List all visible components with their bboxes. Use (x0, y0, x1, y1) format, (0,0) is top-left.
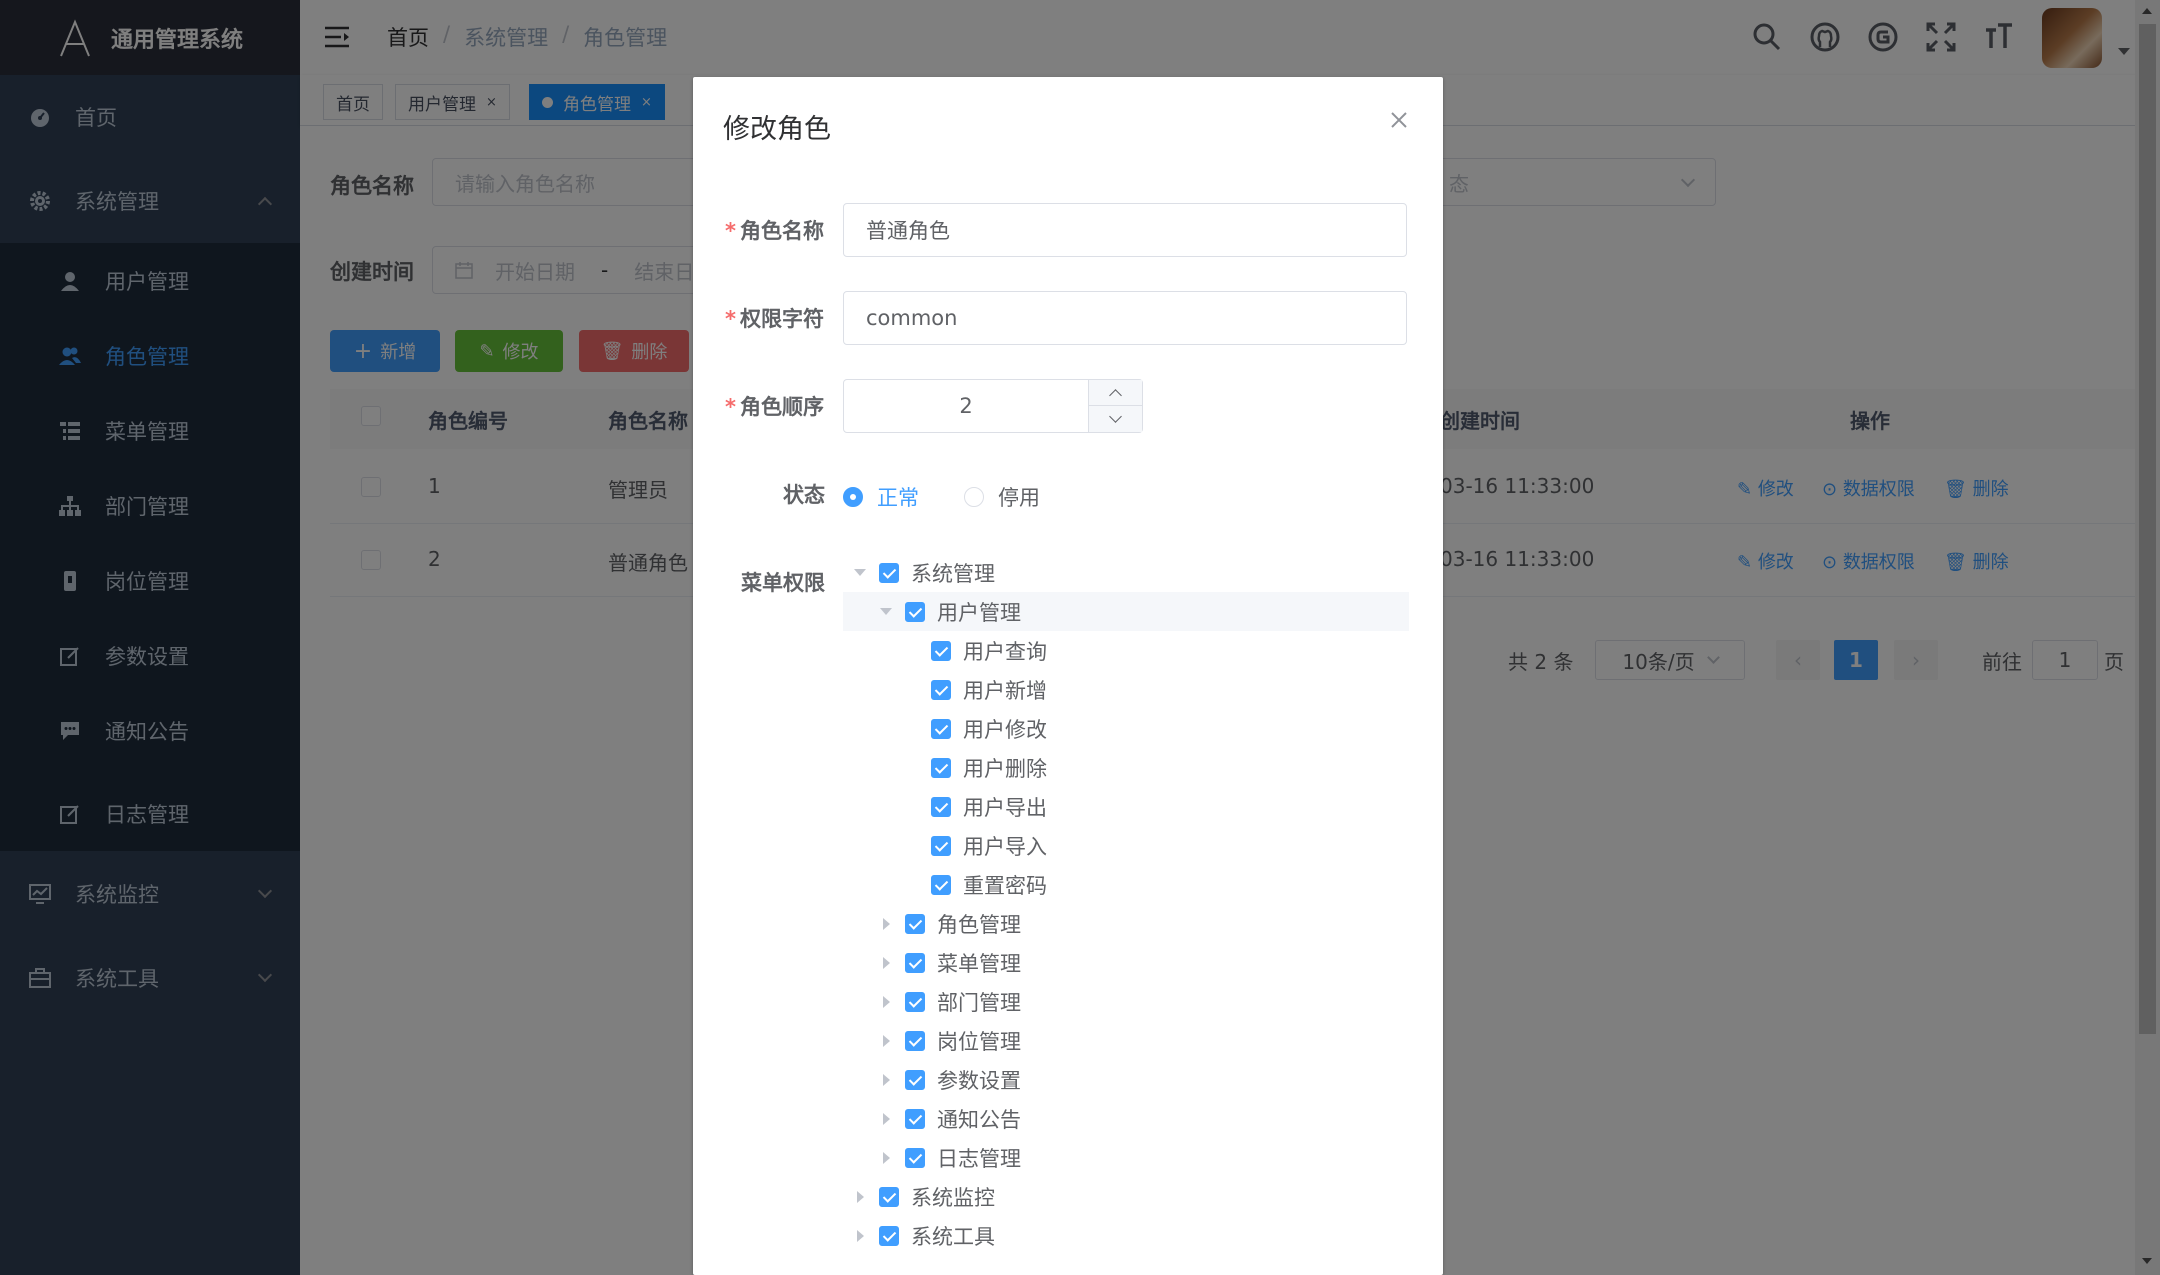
tree-label: 菜单管理 (937, 951, 1021, 976)
tree-node[interactable]: 通知公告 (843, 1099, 1409, 1138)
tree-node[interactable]: 用户查询 (843, 631, 1409, 670)
radio-label: 停用 (998, 486, 1040, 510)
tree-checkbox[interactable] (905, 991, 925, 1012)
role-sort-stepper[interactable]: 2 (843, 379, 1143, 433)
tree-checkbox[interactable] (931, 757, 951, 778)
tree-label: 系统监控 (911, 1185, 995, 1210)
tree-node[interactable]: 用户导出 (843, 787, 1409, 826)
tree-checkbox[interactable] (931, 796, 951, 817)
role-name-label: * 角色名称 (725, 215, 824, 245)
tree-node[interactable]: 角色管理 (843, 904, 1409, 943)
tree-label: 用户管理 (937, 600, 1021, 625)
tree-checkbox[interactable] (931, 835, 951, 856)
tree-label: 重置密码 (963, 873, 1047, 898)
caret-right-icon[interactable] (883, 1151, 890, 1164)
tree-node[interactable]: 用户新增 (843, 670, 1409, 709)
caret-right-icon[interactable] (883, 1112, 890, 1125)
tree-checkbox[interactable] (879, 1225, 899, 1246)
label-text: 角色名称 (739, 219, 824, 243)
tree-label: 用户删除 (963, 756, 1047, 781)
tree-node[interactable]: 参数设置 (843, 1060, 1409, 1099)
edit-role-dialog: 修改角色 * 角色名称 普通角色 * 权限字符 common * 角色顺序 2 状态 … (693, 77, 1443, 1275)
radio-circle (843, 487, 863, 507)
label-text: 角色顺序 (739, 395, 824, 419)
menu-permission-label: 菜单权限 (741, 571, 825, 595)
tree-node[interactable]: 系统监控 (843, 1177, 1409, 1216)
tree-checkbox[interactable] (931, 640, 951, 661)
tree-node[interactable]: 用户修改 (843, 709, 1409, 748)
tree-checkbox[interactable] (905, 601, 925, 622)
caret-right-icon[interactable] (883, 917, 890, 930)
status-disabled-radio[interactable]: 停用 (964, 482, 1040, 512)
radio-circle (964, 487, 984, 507)
tree-label: 用户修改 (963, 717, 1047, 742)
caret-down-icon[interactable] (854, 569, 866, 576)
status-label: 状态 (783, 483, 825, 507)
tree-checkbox[interactable] (905, 1030, 925, 1051)
tree-node[interactable]: 岗位管理 (843, 1021, 1409, 1060)
radio-label: 正常 (877, 486, 919, 510)
tree-checkbox[interactable] (931, 874, 951, 895)
tree-node[interactable]: 日志管理 (843, 1138, 1409, 1177)
tree-node[interactable]: 用户导入 (843, 826, 1409, 865)
tree-checkbox[interactable] (905, 952, 925, 973)
caret-down-icon[interactable] (880, 608, 892, 615)
tree-checkbox[interactable] (905, 1108, 925, 1129)
tree-node[interactable]: 重置密码 (843, 865, 1409, 904)
tree-checkbox[interactable] (931, 718, 951, 739)
caret-right-icon[interactable] (883, 1073, 890, 1086)
caret-right-icon[interactable] (883, 1034, 890, 1047)
tree-label: 岗位管理 (937, 1029, 1021, 1054)
role-name-input[interactable]: 普通角色 (843, 203, 1407, 257)
tree-label: 系统工具 (911, 1224, 995, 1249)
tree-node[interactable]: 菜单管理 (843, 943, 1409, 982)
chevron-up-icon (1109, 388, 1122, 402)
required-mark: * (725, 219, 736, 243)
caret-right-icon[interactable] (883, 995, 890, 1008)
label-text: 权限字符 (739, 307, 824, 331)
tree-node[interactable]: 部门管理 (843, 982, 1409, 1021)
tree-checkbox[interactable] (879, 562, 899, 583)
tree-label: 日志管理 (937, 1146, 1021, 1171)
stepper-increase-button[interactable] (1088, 380, 1142, 406)
tree-checkbox[interactable] (905, 913, 925, 934)
tree-label: 系统管理 (911, 561, 995, 586)
role-key-label: * 权限字符 (725, 303, 824, 333)
caret-right-icon[interactable] (883, 956, 890, 969)
tree-label: 通知公告 (937, 1107, 1021, 1132)
tree-checkbox[interactable] (931, 679, 951, 700)
chevron-down-icon (1109, 410, 1122, 423)
tree-label: 用户导入 (963, 834, 1047, 859)
tree-checkbox[interactable] (879, 1186, 899, 1207)
role-sort-label: * 角色顺序 (725, 391, 824, 421)
tree-checkbox[interactable] (905, 1147, 925, 1168)
tree-checkbox[interactable] (905, 1069, 925, 1090)
tree-node[interactable]: 用户删除 (843, 748, 1409, 787)
required-mark: * (725, 395, 736, 419)
caret-right-icon[interactable] (857, 1229, 864, 1242)
role-key-input[interactable]: common (843, 291, 1407, 345)
tree-node[interactable]: 用户管理 (843, 592, 1409, 631)
dialog-title: 修改角色 (723, 114, 831, 145)
tree-label: 用户导出 (963, 795, 1047, 820)
required-mark: * (725, 307, 736, 331)
caret-right-icon[interactable] (857, 1190, 864, 1203)
status-normal-radio[interactable]: 正常 (843, 482, 919, 512)
tree-label: 用户查询 (963, 639, 1047, 664)
tree-node[interactable]: 系统管理 (843, 553, 1409, 592)
tree-label: 用户新增 (963, 678, 1047, 703)
tree-label: 角色管理 (937, 912, 1021, 937)
tree-node[interactable]: 系统工具 (843, 1216, 1409, 1255)
tree-label: 部门管理 (937, 990, 1021, 1015)
tree-label: 参数设置 (937, 1068, 1021, 1093)
stepper-decrease-button[interactable] (1088, 406, 1142, 432)
stepper-value[interactable]: 2 (844, 380, 1088, 432)
close-icon[interactable] (1388, 109, 1410, 131)
